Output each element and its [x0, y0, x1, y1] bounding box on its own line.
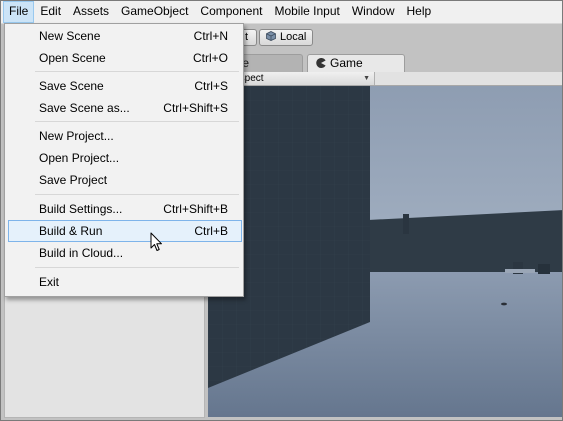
menu-separator	[35, 121, 239, 122]
menu-item-label: Exit	[39, 275, 60, 289]
local-toggle-button[interactable]: Local	[259, 29, 314, 46]
menu-separator	[35, 267, 239, 268]
menu-item-label: Open Project...	[39, 151, 120, 165]
menu-gameobject[interactable]: GameObject	[115, 1, 194, 23]
game-viewport[interactable]	[205, 86, 562, 417]
menu-item-shortcut: Ctrl+Shift+B	[163, 202, 228, 216]
game-scene-render	[208, 86, 562, 417]
menu-assets[interactable]: Assets	[67, 1, 115, 23]
tab-game-label: Game	[330, 56, 363, 70]
menu-item-label: Save Scene as...	[39, 101, 130, 115]
menu-item-shortcut: Ctrl+B	[194, 224, 228, 238]
menu-item-label: Save Scene	[39, 79, 104, 93]
menu-item-new-scene[interactable]: New Scene Ctrl+N	[8, 25, 242, 47]
menu-item-label: New Project...	[39, 129, 114, 143]
menu-item-exit[interactable]: Exit	[8, 271, 242, 293]
menu-item-save-scene[interactable]: Save Scene Ctrl+S	[8, 75, 242, 97]
pivot-toggle-label: t	[245, 31, 249, 43]
menu-item-shortcut: Ctrl+O	[192, 51, 228, 65]
menu-item-build-settings[interactable]: Build Settings... Ctrl+Shift+B	[8, 198, 242, 220]
menu-edit[interactable]: Edit	[34, 1, 67, 23]
cube-icon	[266, 31, 276, 41]
menu-help[interactable]: Help	[401, 1, 438, 23]
menu-mobile-input[interactable]: Mobile Input	[268, 1, 345, 23]
menu-item-open-project[interactable]: Open Project...	[8, 147, 242, 169]
menu-window[interactable]: Window	[346, 1, 401, 23]
game-controller-icon	[316, 58, 326, 68]
menu-separator	[35, 71, 239, 72]
menu-item-shortcut: Ctrl+N	[193, 29, 228, 43]
tab-game[interactable]: Game	[307, 54, 405, 72]
menu-item-label: Build in Cloud...	[39, 246, 124, 260]
menu-item-open-scene[interactable]: Open Scene Ctrl+O	[8, 47, 242, 69]
menu-bar: File Edit Assets GameObject Component Mo…	[0, 0, 563, 24]
local-toggle-label: Local	[280, 31, 307, 43]
menu-item-shortcut: Ctrl+S	[194, 79, 228, 93]
menu-item-build-and-run[interactable]: Build & Run Ctrl+B	[8, 220, 242, 242]
chevron-down-icon: ▼	[363, 75, 370, 82]
menu-item-label: New Scene	[39, 29, 101, 43]
menu-item-save-scene-as[interactable]: Save Scene as... Ctrl+Shift+S	[8, 97, 242, 119]
menu-item-new-project[interactable]: New Project...	[8, 125, 242, 147]
menu-item-shortcut: Ctrl+Shift+S	[163, 101, 228, 115]
aspect-dropdown[interactable]: Aspect ▼	[229, 72, 375, 85]
file-menu-dropdown: New Scene Ctrl+N Open Scene Ctrl+O Save …	[4, 23, 244, 297]
menu-item-label: Build & Run	[39, 224, 103, 238]
menu-item-build-in-cloud[interactable]: Build in Cloud...	[8, 242, 242, 264]
menu-item-label: Build Settings...	[39, 202, 123, 216]
menu-item-save-project[interactable]: Save Project	[8, 169, 242, 191]
menu-file[interactable]: File	[3, 0, 35, 23]
menu-item-label: Open Scene	[39, 51, 106, 65]
editor-toolbar: t Local	[205, 24, 563, 50]
menu-separator	[35, 194, 239, 195]
mouse-cursor-icon	[150, 232, 162, 251]
menu-item-label: Save Project	[39, 173, 108, 187]
view-tab-row: ene Game	[205, 52, 563, 72]
menu-component[interactable]: Component	[194, 1, 268, 23]
game-view-toolbar: Aspect ▼	[205, 72, 563, 86]
